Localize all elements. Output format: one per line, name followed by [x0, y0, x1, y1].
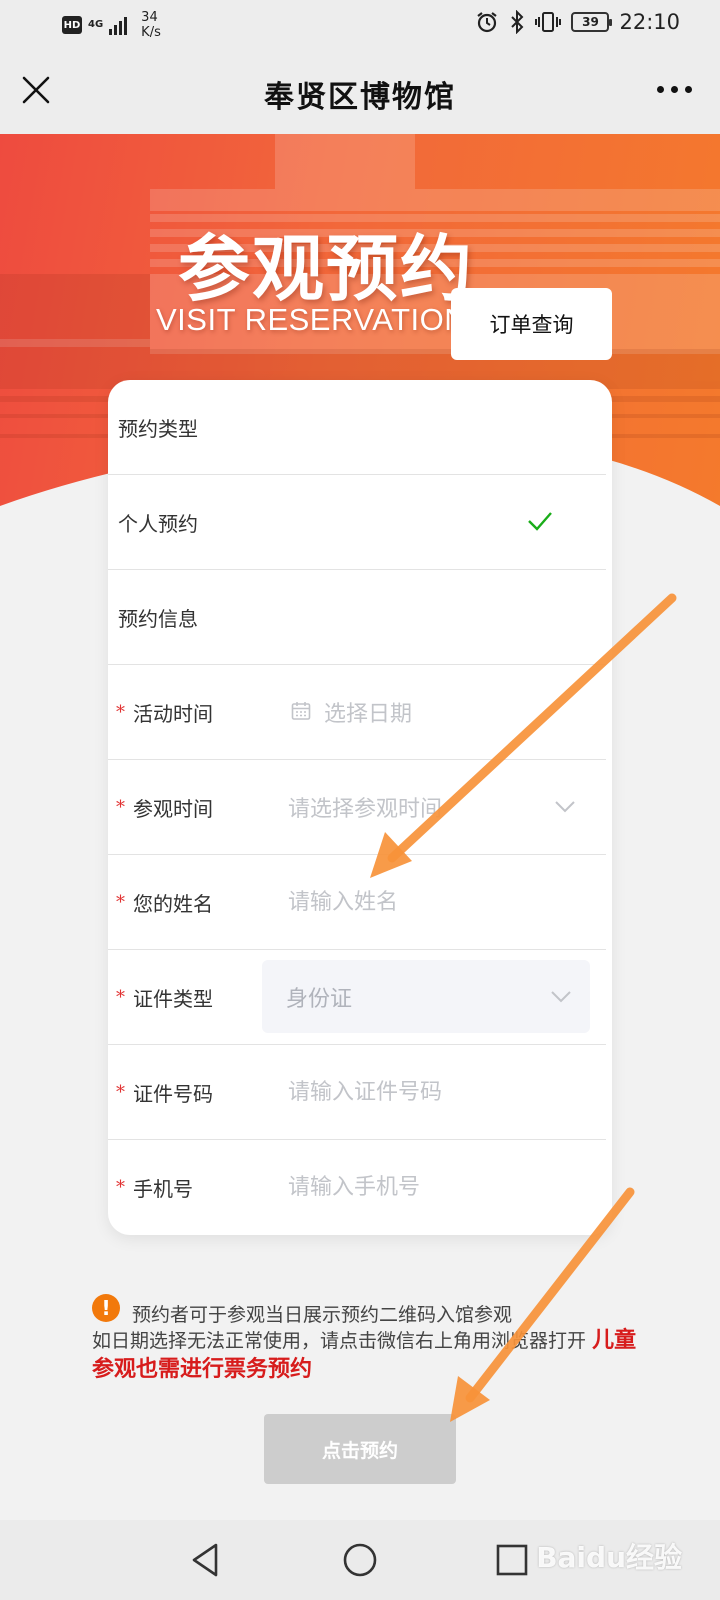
notice-line-2-text: 如日期选择无法正常使用，请点击微信右上角用浏览器打开: [92, 1330, 587, 1352]
name-input[interactable]: [288, 855, 548, 949]
id-type-row: * 证件类型 身份证: [108, 950, 606, 1045]
alarm-icon: [477, 12, 498, 33]
recent-square-icon[interactable]: [490, 1538, 534, 1582]
status-right: 39 22:10: [475, 10, 680, 34]
name-label-text: 您的姓名: [133, 891, 213, 916]
submit-reservation-button[interactable]: 点击预约: [264, 1414, 456, 1484]
notice-line-1: 预约者可于参观当日展示预约二维码入馆参观: [132, 1304, 513, 1326]
option-personal-label: 个人预约: [118, 511, 198, 536]
vibrate-icon: [535, 12, 562, 32]
network-type: 4G: [88, 19, 104, 30]
speed-unit: K/s: [141, 25, 161, 40]
phone-input[interactable]: [288, 1140, 548, 1234]
system-nav-bar: Baidu经验: [0, 1520, 720, 1600]
visit-time-label-text: 参观时间: [133, 796, 213, 821]
bluetooth-icon: [511, 10, 524, 34]
home-circle-icon[interactable]: [338, 1538, 382, 1582]
status-left: HD 4G 34 K/s: [62, 10, 161, 40]
required-mark: *: [116, 1176, 125, 1198]
check-icon: [528, 512, 552, 531]
back-triangle-icon[interactable]: [184, 1538, 228, 1582]
baidu-watermark: Baidu经验: [536, 1541, 682, 1574]
id-number-label-text: 证件号码: [133, 1081, 213, 1106]
phone-label: * 手机号: [116, 1140, 193, 1234]
name-label: * 您的姓名: [116, 855, 213, 949]
visit-time-select[interactable]: 请选择参观时间: [288, 760, 442, 854]
title-bar: 奉贤区博物馆: [0, 48, 720, 134]
visit-time-row: * 参观时间 请选择参观时间: [108, 760, 606, 855]
required-mark: *: [116, 891, 125, 913]
id-type-label: * 证件类型: [116, 950, 213, 1044]
id-type-value: 身份证: [286, 986, 353, 1012]
required-mark: *: [116, 701, 125, 723]
name-row: * 您的姓名: [108, 855, 606, 950]
hd-badge: HD: [62, 16, 82, 34]
required-mark: *: [116, 1081, 125, 1103]
phone-row: * 手机号: [108, 1140, 606, 1235]
status-bar: HD 4G 34 K/s 39 22:10: [0, 0, 720, 48]
option-personal[interactable]: 个人预约: [108, 475, 606, 570]
activity-time-row: * 活动时间 选择日期: [108, 665, 606, 760]
id-type-label-text: 证件类型: [133, 986, 213, 1011]
speed-value: 34: [141, 10, 158, 25]
hero-subtitle: VISIT RESERVATION: [156, 302, 468, 337]
battery-icon: 39: [571, 12, 613, 32]
hero-title: 参观预约: [178, 227, 475, 311]
activity-time-label-text: 活动时间: [133, 701, 213, 726]
id-number-input[interactable]: [288, 1045, 548, 1139]
id-number-row: * 证件号码: [108, 1045, 606, 1140]
chevron-down-icon[interactable]: [554, 800, 576, 814]
signal-icon: [109, 15, 128, 35]
network-speed: 34 K/s: [141, 10, 161, 40]
phone-label-text: 手机号: [133, 1176, 193, 1201]
warning-icon: !: [92, 1294, 120, 1322]
reservation-info-header: 预约信息: [108, 570, 606, 665]
visit-time-label: * 参观时间: [116, 760, 213, 854]
chevron-down-icon: [551, 991, 571, 1003]
id-type-select[interactable]: 身份证: [262, 960, 590, 1033]
more-dots-icon[interactable]: [657, 86, 692, 93]
reservation-type-label: 预约类型: [118, 416, 198, 441]
activity-date-picker[interactable]: 选择日期: [324, 665, 412, 759]
reservation-type-header: 预约类型: [108, 380, 606, 475]
notice-line-2: 如日期选择无法正常使用，请点击微信右上角用浏览器打开 儿童参观也需进行票务预约: [92, 1326, 652, 1384]
reservation-form: 预约类型 个人预约 预约信息 * 活动时间 选择日期 * 参观时间 请选择参观时…: [108, 380, 612, 1235]
required-mark: *: [116, 986, 125, 1008]
calendar-icon: [291, 702, 311, 720]
required-mark: *: [116, 796, 125, 818]
reservation-info-label: 预约信息: [118, 606, 198, 631]
id-number-label: * 证件号码: [116, 1045, 213, 1139]
order-query-button[interactable]: 订单查询: [451, 288, 612, 360]
page-title: 奉贤区博物馆: [264, 80, 456, 115]
activity-time-label: * 活动时间: [116, 665, 213, 759]
clock: 22:10: [619, 10, 680, 34]
